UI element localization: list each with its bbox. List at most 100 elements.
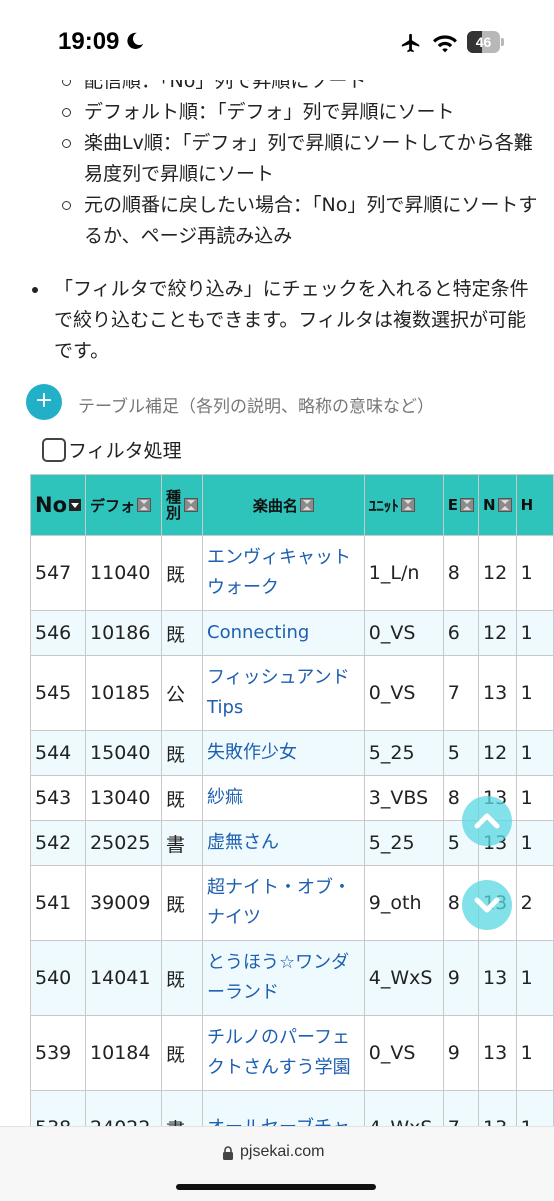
cell-unit: 4_WxS	[363, 940, 444, 1016]
sort-icon[interactable]	[137, 498, 152, 512]
cell-hard: 1	[515, 730, 554, 776]
cell-normal: 12	[478, 535, 517, 611]
table-supplement-toggle[interactable]: + テーブル補足（各列の説明、略称の意味など）	[26, 384, 526, 422]
cell-normal: 13	[478, 1015, 517, 1091]
filter-checkbox[interactable]	[42, 438, 66, 462]
cell-normal: 13	[478, 655, 517, 731]
sort-note: 楽曲Lv順：「デフォ」列で昇順にソートしてから各難易度列で昇順にソート	[60, 128, 544, 190]
cell-hard: 1	[515, 1015, 554, 1091]
column-header-default[interactable]: デフォ	[85, 474, 163, 536]
sort-desc-icon[interactable]	[69, 499, 82, 511]
cell-default: 15040	[85, 730, 163, 776]
cell-no: 546	[29, 610, 87, 656]
cell-default: 10185	[85, 655, 163, 731]
column-header-label: デフォ	[90, 496, 136, 515]
cell-unit: 9_oth	[363, 865, 444, 941]
cell-no: 543	[29, 775, 87, 821]
filter-label[interactable]: フィルタ処理	[68, 436, 182, 463]
browser-address-bar[interactable]: pjsekai.com	[0, 1126, 554, 1201]
moon-icon	[127, 32, 144, 49]
cell-unit: 3_VBS	[363, 775, 444, 821]
cell-hard: 1	[515, 655, 554, 731]
plus-icon[interactable]: +	[26, 384, 62, 420]
battery-level: 46	[475, 34, 492, 50]
cell-unit: 0_VS	[363, 1015, 444, 1091]
url-domain[interactable]: pjsekai.com	[240, 1143, 324, 1161]
cell-unit: 0_VS	[363, 655, 444, 731]
sort-note: デフォルト順：「デフォ」列で昇順にソート	[60, 97, 544, 128]
song-title-link[interactable]: フィッシュアンドTips	[202, 655, 365, 731]
table-row: 544 15040 既 失敗作少女 5_25 5 12 1	[29, 730, 554, 776]
chevron-up-icon	[474, 813, 500, 829]
wifi-icon	[433, 35, 457, 53]
cell-hard: 1	[515, 610, 554, 656]
cell-hard: 1	[515, 940, 554, 1016]
cell-no: 547	[29, 535, 87, 611]
song-title-link[interactable]: とうほう☆ワンダーランド	[202, 940, 365, 1016]
column-header-hard[interactable]: H	[515, 474, 554, 536]
cell-normal: 13	[478, 940, 517, 1016]
column-header-title[interactable]: 楽曲名	[202, 474, 365, 536]
cell-no: 544	[29, 730, 87, 776]
cell-unit: 1_L/n	[363, 535, 444, 611]
scroll-to-bottom-button[interactable]	[462, 880, 512, 930]
cell-type: 既	[161, 865, 204, 941]
cell-hard: 1	[515, 775, 554, 821]
column-header-type[interactable]: 種別	[161, 474, 204, 536]
cell-unit: 0_VS	[363, 610, 444, 656]
song-title-link[interactable]: チルノのパーフェクトさんすう学園	[202, 1015, 365, 1091]
cell-easy: 8	[442, 535, 480, 611]
cell-hard: 2	[515, 865, 554, 941]
sort-icon[interactable]	[497, 498, 512, 512]
song-title-link[interactable]: Connecting	[202, 610, 365, 656]
column-header-label: 種別	[166, 488, 182, 522]
airplane-icon	[401, 33, 420, 53]
chevron-down-icon	[474, 897, 500, 913]
song-title-link[interactable]: 超ナイト・オブ・ナイツ	[202, 865, 365, 941]
column-header-easy[interactable]: E	[442, 474, 480, 536]
cell-type: 既	[161, 940, 204, 1016]
column-header-normal[interactable]: N	[478, 474, 517, 536]
cell-type: 既	[161, 1015, 204, 1091]
cell-hard: 1	[515, 535, 554, 611]
sort-icon[interactable]	[400, 498, 415, 512]
scroll-to-top-button[interactable]	[462, 796, 512, 846]
column-header-label: E	[447, 496, 458, 514]
cell-normal: 12	[478, 610, 517, 656]
cell-type: 既	[161, 610, 204, 656]
column-header-label: 楽曲名	[252, 496, 298, 515]
song-title-link[interactable]: エンヴィキャットウォーク	[202, 535, 365, 611]
table-row: 547 11040 既 エンヴィキャットウォーク 1_L/n 8 12 1	[29, 535, 554, 611]
sort-icon[interactable]	[460, 498, 474, 512]
column-header-unit[interactable]: ﾕﾆｯﾄ	[363, 474, 444, 536]
cell-default: 10186	[85, 610, 163, 656]
cell-easy: 9	[442, 940, 480, 1016]
battery-indicator: 46	[467, 31, 504, 53]
sort-note: 元の順番に戻したい場合：「No」列で昇順にソートするか、ページ再読み込み	[60, 190, 544, 252]
cell-no: 539	[29, 1015, 87, 1091]
cell-hard: 1	[515, 820, 554, 866]
song-title-link[interactable]: 紗痲	[202, 775, 365, 821]
column-header-label: ﾕﾆｯﾄ	[368, 496, 399, 515]
cell-easy: 9	[442, 1015, 480, 1091]
cell-easy: 7	[442, 655, 480, 731]
song-title-link[interactable]: 虚無さん	[202, 820, 365, 866]
cell-default: 25025	[85, 820, 163, 866]
sort-icon[interactable]	[299, 498, 314, 512]
table-row: 545 10185 公 フィッシュアンドTips 0_VS 7 13 1	[29, 655, 554, 731]
cell-type: 既	[161, 730, 204, 776]
lock-icon	[223, 1146, 233, 1160]
song-title-link[interactable]: 失敗作少女	[202, 730, 365, 776]
cell-easy: 6	[442, 610, 480, 656]
cell-no: 540	[29, 940, 87, 1016]
column-header-no[interactable]: No	[29, 474, 87, 536]
status-time: 19:09	[58, 28, 120, 55]
filter-note: 「フィルタで絞り込み」にチェックを入れると特定条件で絞り込むこともできます。フィ…	[28, 274, 533, 367]
table-supplement-label[interactable]: テーブル補足（各列の説明、略称の意味など）	[78, 392, 434, 417]
cell-normal: 12	[478, 730, 517, 776]
sort-icon[interactable]	[184, 498, 199, 512]
cell-default: 11040	[85, 535, 163, 611]
table-header-row: No デフォ 種別 楽曲名 ﾕﾆｯﾄ E N H	[29, 474, 554, 536]
home-indicator	[176, 1184, 376, 1190]
cell-default: 10184	[85, 1015, 163, 1091]
